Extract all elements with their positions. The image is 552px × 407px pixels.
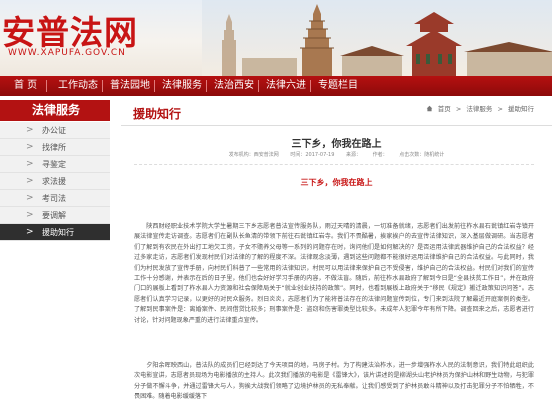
breadcrumb-aid-practice[interactable]: 援助知行 xyxy=(508,105,534,113)
article-headline: 三下乡，你我在路上 xyxy=(300,178,373,187)
nav-legal-services[interactable]: 法律服务 xyxy=(162,76,202,96)
article-paragraph: 陕西财经职业技术学院大学生暑期三下乡志愿者普法宣传服务队，雨过天晴的清晨，一切准… xyxy=(134,223,534,324)
chevron-right-icon: > xyxy=(26,227,34,237)
nav-separator xyxy=(258,80,259,92)
sidebar-item-mediation[interactable]: > 要调解 xyxy=(0,207,110,224)
sidebar-item-law-firm[interactable]: > 找律所 xyxy=(0,139,110,156)
article-source: 来源： xyxy=(346,152,362,158)
sidebar-title: 法律服务 xyxy=(0,100,110,121)
article-publisher: 发布机构：西安普法网 xyxy=(228,152,279,158)
sidebar-item-appraisal[interactable]: > 寻鉴定 xyxy=(0,156,110,173)
article-author: 作者： xyxy=(372,152,388,158)
sidebar-item-label: 要调解 xyxy=(42,211,66,220)
nav-special-topics[interactable]: 专题栏目 xyxy=(318,76,358,96)
sidebar-item-label: 找律所 xyxy=(42,143,66,152)
sidebar-item-label: 考司法 xyxy=(42,194,66,203)
breadcrumb-legal-services[interactable]: 法律服务 xyxy=(466,105,492,113)
article-views: 点击次数：随机统计 xyxy=(399,152,445,158)
breadcrumb-separator: > xyxy=(497,105,503,113)
site-url: WWW.XAPUFA.GOV.CN xyxy=(8,48,126,58)
chevron-right-icon: > xyxy=(26,176,34,186)
sidebar-item-aid-practice[interactable]: > 援助知行 xyxy=(0,224,110,241)
city-skyline-illustration xyxy=(202,0,552,76)
breadcrumb-separator: > xyxy=(455,105,462,113)
chevron-right-icon: > xyxy=(26,210,34,220)
nav-law-six-enter[interactable]: 法律六进 xyxy=(266,76,306,96)
breadcrumb: 首页 > 法律服务 > 援助知行 xyxy=(426,103,534,113)
main-nav: 首 页 工作动态 普法园地 法律服务 法治西安 法律六进 专题栏目 xyxy=(0,76,552,96)
sidebar-item-notary[interactable]: > 办公证 xyxy=(0,122,110,139)
article-meta: 发布机构：西安普法网 时间：2017-07-19 来源： 作者： 点击次数：随机… xyxy=(121,151,552,158)
breadcrumb-home[interactable]: 首页 xyxy=(438,105,451,113)
sidebar-item-judicial-exam[interactable]: > 考司法 xyxy=(0,190,110,207)
home-icon xyxy=(426,105,433,112)
nav-separator xyxy=(102,80,103,92)
nav-work-news[interactable]: 工作动态 xyxy=(58,76,98,96)
sidebar-item-label: 援助知行 xyxy=(42,228,74,237)
sidebar-item-label: 求法援 xyxy=(42,177,66,186)
sidebar-item-label: 寻鉴定 xyxy=(42,160,66,169)
nav-law-garden[interactable]: 普法园地 xyxy=(110,76,150,96)
article-paragraph: 夕阳余晖映西山，普法队的成员们已经到达了今天项目的地，马房子村。为了构建法治柞水… xyxy=(134,362,534,401)
nav-separator xyxy=(154,80,155,92)
article-date: 时间：2017-07-19 xyxy=(290,152,335,158)
article-title: 三下乡，你我在路上 xyxy=(291,139,382,150)
nav-separator xyxy=(206,80,207,92)
nav-separator xyxy=(310,80,311,92)
site-banner: 安普法网 WWW.XAPUFA.GOV.CN xyxy=(0,0,552,76)
chevron-right-icon: > xyxy=(26,142,34,152)
chevron-right-icon: > xyxy=(26,159,34,169)
nav-rule-of-law-xian[interactable]: 法治西安 xyxy=(214,76,254,96)
section-title: 援助知行 xyxy=(133,107,182,121)
nav-separator xyxy=(46,80,47,92)
chevron-right-icon: > xyxy=(26,125,34,135)
site-logo[interactable]: 安普法网 xyxy=(2,6,138,54)
sidebar-item-label: 办公证 xyxy=(42,126,66,135)
content-header: 援助知行 首页 > 法律服务 > 援助知行 xyxy=(121,100,552,126)
nav-home[interactable]: 首 页 xyxy=(14,76,37,96)
sidebar-item-legal-aid[interactable]: > 求法援 xyxy=(0,173,110,190)
chevron-right-icon: > xyxy=(26,193,34,203)
divider xyxy=(134,164,534,165)
